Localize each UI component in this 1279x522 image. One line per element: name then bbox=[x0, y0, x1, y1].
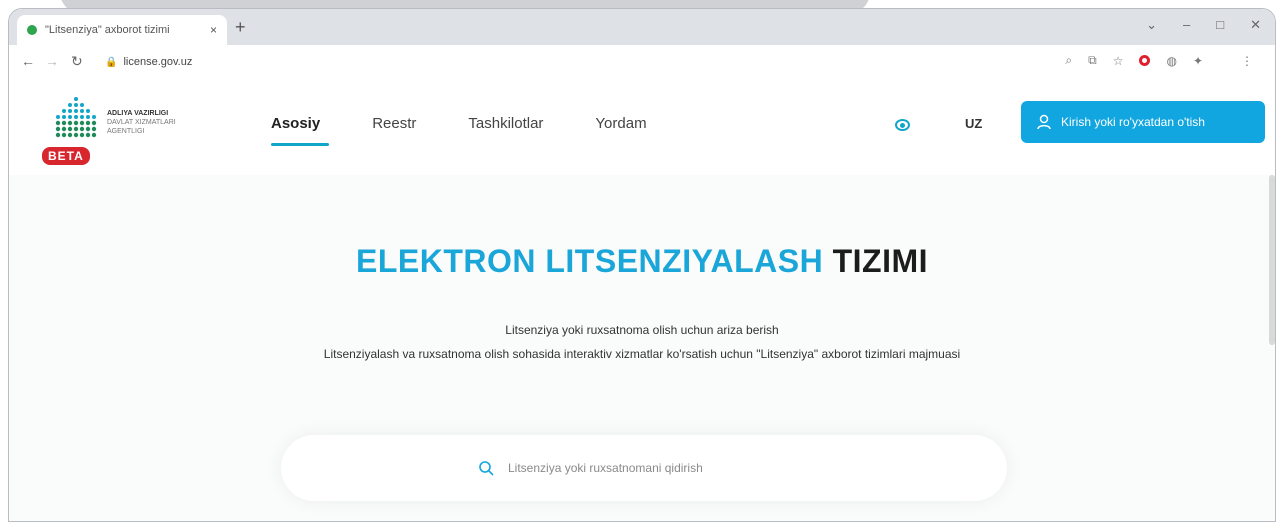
new-tab-button[interactable]: + bbox=[235, 18, 246, 36]
org-name-line1: ADLIYA VAZIRLIGI bbox=[107, 110, 169, 117]
address-bar[interactable]: 🔒 license.gov.uz bbox=[105, 52, 805, 72]
opera-extension-icon[interactable] bbox=[1139, 55, 1151, 66]
login-label: Kirish yoki ro'yxatdan o'tish bbox=[1061, 115, 1205, 129]
puzzle-icon[interactable]: ✦ bbox=[1193, 54, 1203, 68]
user-icon bbox=[1037, 114, 1051, 130]
browser-toolbar: ← → ↻ 🔒 license.gov.uz ⌕ ⧉ ☆ ◍ ✦ ⋮ bbox=[9, 45, 1275, 80]
accessibility-eye-icon[interactable] bbox=[895, 119, 910, 131]
hero-subtitle-2: Litsenziyalash va ruxsatnoma olish sohas… bbox=[323, 347, 961, 361]
nav-item-yordam[interactable]: Yordam bbox=[595, 115, 646, 132]
maximize-button[interactable]: □ bbox=[1216, 17, 1224, 33]
site-header: BETA ADLIYA VAZIRLIGI DAVLAT XIZMATLARI … bbox=[9, 79, 1275, 175]
tab-search-icon[interactable]: ⌄ bbox=[1146, 17, 1157, 33]
back-icon[interactable]: ← bbox=[21, 53, 35, 69]
page-scrollbar[interactable] bbox=[1269, 175, 1275, 345]
hero-title-dark: TIZIMI bbox=[832, 243, 929, 279]
extension-icons: ⌕ ⧉ ☆ ◍ ✦ ⋮ bbox=[1065, 53, 1253, 68]
tab-strip: "Litsenziya" axborot tizimi × + ⌄ – □ ✕ bbox=[9, 9, 1275, 45]
menu-icon[interactable]: ⋮ bbox=[1241, 54, 1253, 68]
tab-title: "Litsenziya" axborot tizimi bbox=[45, 24, 170, 36]
logo-icon[interactable] bbox=[43, 93, 113, 155]
nav-item-asosiy[interactable]: Asosiy bbox=[271, 115, 330, 146]
main-nav: Asosiy Reestr Tashkilotlar Yordam bbox=[271, 115, 699, 146]
login-button[interactable]: Kirish yoki ro'yxatdan o'tish bbox=[1021, 101, 1265, 143]
search-box[interactable] bbox=[281, 435, 1007, 501]
extension-icon[interactable]: ◍ bbox=[1166, 54, 1176, 68]
org-name-line3: AGENTLIGI bbox=[107, 128, 145, 135]
close-window-button[interactable]: ✕ bbox=[1250, 17, 1261, 33]
forward-icon[interactable]: → bbox=[45, 53, 59, 69]
minimize-button[interactable]: – bbox=[1183, 17, 1190, 33]
nav-item-reestr[interactable]: Reestr bbox=[372, 115, 416, 132]
window-controls: ⌄ – □ ✕ bbox=[1146, 17, 1261, 33]
search-input[interactable] bbox=[506, 460, 810, 476]
hero-title-accent: ELEKTRON LITSENZIYALASH bbox=[355, 243, 824, 279]
search-icon bbox=[479, 461, 494, 476]
hero-subtitle-1: Litsenziya yoki ruxsatnoma olish uchun a… bbox=[505, 323, 779, 337]
main-content: ELEKTRON LITSENZIYALASH TIZIMI Litsenziy… bbox=[9, 175, 1275, 521]
zoom-icon[interactable]: ⌕ bbox=[1065, 53, 1072, 68]
bookmark-star-icon[interactable]: ☆ bbox=[1113, 54, 1124, 68]
org-name: ADLIYA VAZIRLIGI DAVLAT XIZMATLARI AGENT… bbox=[107, 109, 176, 136]
lock-icon: 🔒 bbox=[105, 56, 118, 68]
language-selector[interactable]: UZ bbox=[965, 116, 982, 131]
tab-close-icon[interactable]: × bbox=[210, 23, 217, 37]
hero-title: ELEKTRON LITSENZIYALASH TIZIMI bbox=[9, 243, 1275, 280]
favicon-icon bbox=[27, 25, 37, 35]
org-name-line2: DAVLAT XIZMATLARI bbox=[107, 119, 176, 126]
beta-badge: BETA bbox=[42, 147, 90, 165]
browser-window: "Litsenziya" axborot tizimi × + ⌄ – □ ✕ … bbox=[8, 8, 1276, 522]
browser-tab[interactable]: "Litsenziya" axborot tizimi × bbox=[17, 15, 227, 45]
reload-icon[interactable]: ↻ bbox=[71, 53, 83, 70]
nav-item-tashkilotlar[interactable]: Tashkilotlar bbox=[468, 115, 543, 132]
url-text: license.gov.uz bbox=[123, 56, 193, 68]
share-icon[interactable]: ⧉ bbox=[1088, 53, 1097, 68]
